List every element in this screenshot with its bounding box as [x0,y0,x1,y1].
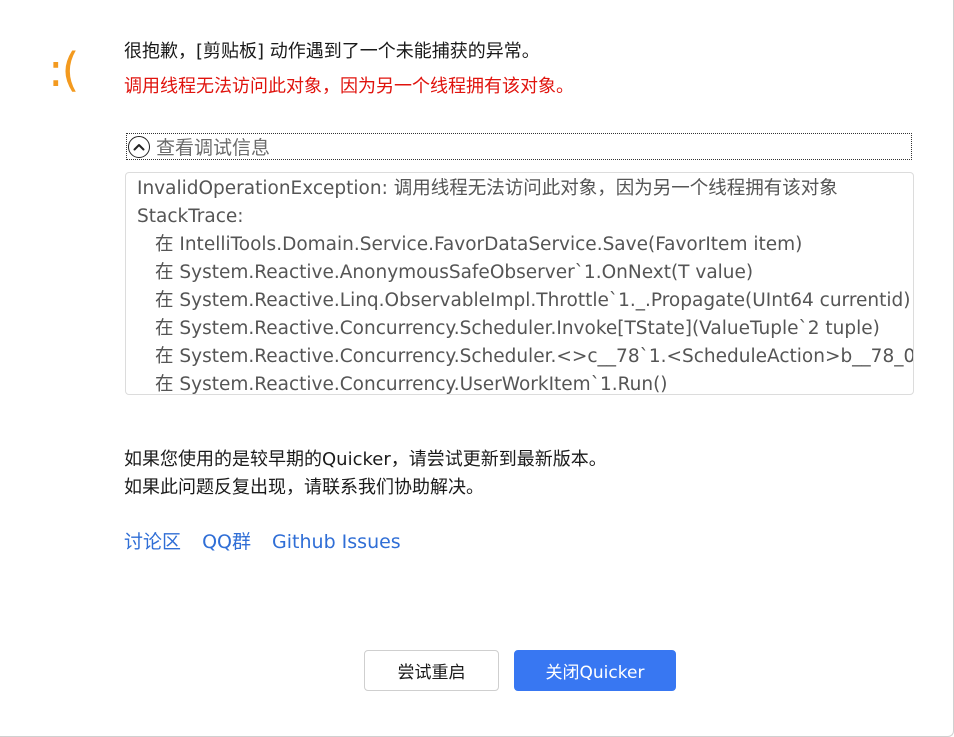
forum-link[interactable]: 讨论区 [124,531,181,553]
support-links: 讨论区 QQ群 Github Issues [124,528,416,556]
github-issues-link[interactable]: Github Issues [272,531,401,553]
error-dialog: :( 很抱歉，[剪贴板] 动作遇到了一个未能捕获的异常。 调用线程无法访问此对象… [0,0,954,737]
error-message: 调用线程无法访问此对象，因为另一个线程拥有该对象。 [124,76,574,97]
error-title: 很抱歉，[剪贴板] 动作遇到了一个未能捕获的异常。 [124,41,540,62]
stack-trace-line: 在 System.Reactive.Concurrency.Scheduler.… [155,346,913,367]
debug-info-toggle[interactable]: 查看调试信息 [126,133,912,160]
stack-trace-line: InvalidOperationException: 调用线程无法访问此对象，因… [137,178,838,199]
chevron-up-icon [128,135,150,158]
help-text: 如果您使用的是较早期的Quicker，请尝试更新到最新版本。 如果此问题反复出现… [124,446,607,502]
help-line-update: 如果您使用的是较早期的Quicker，请尝试更新到最新版本。 [124,449,607,470]
stack-trace-textbox[interactable]: InvalidOperationException: 调用线程无法访问此对象，因… [125,172,914,395]
stack-trace-line: StackTrace: [137,206,244,227]
close-quicker-button[interactable]: 关闭Quicker [514,650,676,691]
stack-trace-line: 在 System.Reactive.AnonymousSafeObserver`… [155,262,754,283]
stack-trace-line: 在 IntelliTools.Domain.Service.FavorDataS… [155,234,803,255]
stack-trace-line: 在 System.Reactive.Linq.ObservableImpl.Th… [155,290,911,311]
retry-button[interactable]: 尝试重启 [364,650,499,691]
qq-group-link[interactable]: QQ群 [202,531,251,553]
debug-info-label: 查看调试信息 [156,137,271,159]
sad-face-icon: :( [48,43,79,97]
stack-trace-line: 在 System.Reactive.Concurrency.Scheduler.… [155,318,880,339]
help-line-contact: 如果此问题反复出现，请联系我们协助解决。 [124,477,484,498]
stack-trace-line: 在 System.Reactive.Concurrency.UserWorkIt… [155,374,668,395]
